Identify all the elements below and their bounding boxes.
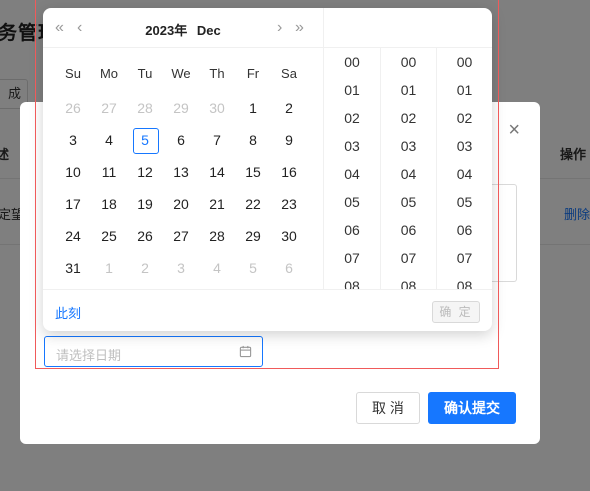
submit-button[interactable]: 确认提交 [428,392,516,424]
cancel-button[interactable]: 取 消 [356,392,420,424]
highlight-box [35,0,499,369]
close-icon[interactable]: × [508,120,520,140]
